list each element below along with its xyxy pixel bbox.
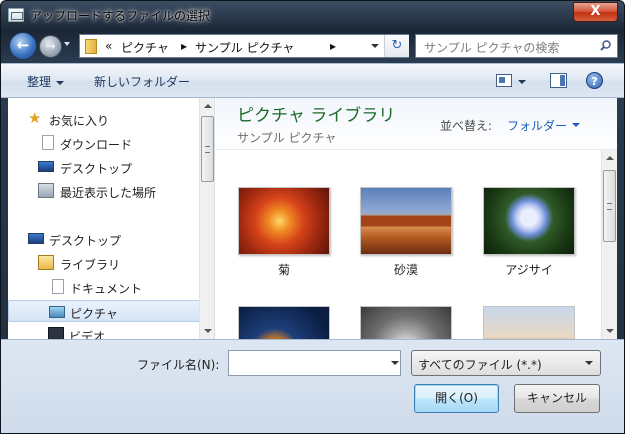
star-icon: ★ [28, 109, 42, 127]
title-bar: アップロードするファイルの選択 X [1, 1, 624, 29]
documents-icon [52, 279, 64, 294]
breadcrumb-separator-icon[interactable]: ▸ [330, 39, 336, 53]
refresh-button[interactable]: ↻ [384, 35, 409, 57]
scroll-up-icon[interactable] [606, 156, 614, 160]
nav-item-label: ピクチャ [70, 307, 118, 321]
navigation-pane-scrollbar[interactable] [199, 98, 214, 339]
thumbnail-image [360, 187, 452, 255]
file-type-select[interactable]: すべてのファイル (*.*) [411, 350, 601, 376]
search-input[interactable]: サンプル ピクチャの検索 [415, 34, 618, 58]
search-placeholder: サンプル ピクチャの検索 [424, 41, 560, 55]
nav-item-label: ドキュメント [70, 282, 143, 296]
file-tile[interactable]: アジサイ [483, 187, 575, 279]
file-dialog-window: アップロードするファイルの選択 X ← → « ピクチャ ▸ サンプル ピクチャ… [0, 0, 625, 434]
breadcrumb-overflow[interactable]: « [105, 39, 112, 53]
library-subtitle: サンプル ピクチャ [237, 131, 337, 145]
thumbnail-image [483, 306, 575, 339]
thumbnail-image [483, 187, 575, 255]
thumbnail-image [360, 306, 452, 339]
file-tile[interactable]: 砂漠 [360, 187, 452, 279]
breadcrumb-sample-pictures[interactable]: サンプル ピクチャ [195, 39, 294, 56]
file-name: 砂漠 [393, 263, 418, 277]
nav-item-libraries[interactable]: ライブラリ [8, 252, 200, 274]
forward-button[interactable]: → [39, 35, 62, 58]
scroll-down-icon[interactable] [204, 329, 212, 333]
open-button[interactable]: 開く(O) [414, 384, 499, 413]
chevron-down-icon [56, 80, 65, 85]
file-type-value: すべてのファイル (*.*) [418, 358, 542, 372]
preview-pane-icon[interactable] [550, 73, 567, 88]
chevron-down-icon[interactable] [572, 123, 580, 127]
scroll-up-icon[interactable] [204, 104, 212, 108]
help-icon[interactable]: ? [586, 72, 603, 89]
filename-label: ファイル名(N): [137, 358, 220, 372]
file-tile[interactable] [483, 306, 575, 339]
nav-item-label: お気に入り [49, 114, 110, 128]
breadcrumb-separator-icon[interactable]: ▸ [181, 39, 187, 53]
navigation-bar: ← → « ピクチャ ▸ サンプル ピクチャ ▸ ↻ サンプル ピクチャの検索 [1, 29, 624, 63]
content-area: ★ お気に入り ダウンロード デスクトップ 最近表示した場所 デスクトップ ライ… [8, 98, 617, 339]
scrollbar-thumb[interactable] [603, 170, 616, 242]
desktop-icon [28, 233, 44, 244]
filename-history-dropdown-icon[interactable] [391, 361, 399, 365]
address-dropdown-icon[interactable] [371, 44, 379, 48]
library-title: ピクチャ ライブラリ [237, 106, 396, 126]
nav-item-videos[interactable]: ビデオ [8, 324, 200, 339]
window-title: アップロードするファイルの選択 [30, 9, 211, 23]
organize-label: 整理 [27, 75, 52, 89]
thumbnail-image [238, 306, 330, 339]
arrange-by-label: 並べ替え: [440, 119, 493, 133]
chevron-down-icon [585, 361, 593, 365]
nav-item-pictures[interactable]: ピクチャ [8, 300, 200, 322]
nav-item-label: ダウンロード [60, 138, 133, 152]
organize-button[interactable]: 整理 [27, 73, 65, 90]
address-bar[interactable]: « ピクチャ ▸ サンプル ピクチャ ▸ ↻ [79, 34, 409, 58]
nav-item-favorites[interactable]: ★ お気に入り [8, 108, 200, 130]
file-tile[interactable]: 菊 [238, 187, 330, 279]
back-button[interactable]: ← [9, 32, 37, 60]
nav-item-downloads[interactable]: ダウンロード [8, 132, 200, 154]
nav-item-label: デスクトップ [60, 162, 133, 176]
file-tile[interactable] [238, 306, 330, 339]
cancel-button[interactable]: キャンセル [514, 384, 600, 413]
videos-icon [48, 327, 64, 339]
file-list-pane: ピクチャ ライブラリ サンプル ピクチャ 並べ替え: フォルダー 菊 砂漠 アジ… [216, 98, 617, 339]
nav-item-label: 最近表示した場所 [60, 186, 157, 200]
nav-item-label: デスクトップ [49, 234, 122, 248]
close-button[interactable]: X [573, 2, 618, 22]
nav-item-label: ビデオ [69, 330, 106, 339]
window-icon [8, 8, 24, 22]
recent-places-icon [38, 183, 54, 198]
search-icon[interactable] [600, 40, 611, 51]
view-options-dropdown-icon[interactable] [518, 80, 526, 84]
nav-item-documents[interactable]: ドキュメント [8, 276, 200, 298]
file-list-scrollbar[interactable] [601, 150, 617, 339]
library-header: ピクチャ ライブラリ サンプル ピクチャ 並べ替え: フォルダー [216, 98, 617, 150]
dialog-footer: ファイル名(N): すべてのファイル (*.*) 開く(O) キャンセル [1, 339, 624, 433]
thumbnail-image [238, 187, 330, 255]
nav-item-desktop[interactable]: デスクトップ [8, 228, 200, 250]
scroll-down-icon[interactable] [606, 329, 614, 333]
nav-item-desktop-fav[interactable]: デスクトップ [8, 156, 200, 178]
breadcrumb-pictures[interactable]: ピクチャ [121, 39, 169, 56]
desktop-icon [38, 161, 54, 172]
change-view-icon[interactable] [496, 74, 512, 87]
nav-item-recent-places[interactable]: 最近表示した場所 [8, 180, 200, 202]
download-folder-icon [42, 135, 54, 150]
file-tile[interactable] [360, 306, 452, 339]
arrange-by-dropdown[interactable]: フォルダー [507, 117, 567, 134]
pictures-icon [49, 306, 65, 318]
folder-icon [85, 39, 97, 54]
file-name: 菊 [277, 263, 290, 277]
filename-input[interactable] [228, 350, 401, 376]
recent-pages-dropdown-icon[interactable] [64, 42, 70, 46]
scrollbar-thumb[interactable] [201, 116, 214, 182]
nav-item-label: ライブラリ [60, 258, 121, 272]
navigation-pane: ★ お気に入り ダウンロード デスクトップ 最近表示した場所 デスクトップ ライ… [8, 98, 215, 339]
file-name: アジサイ [505, 263, 553, 277]
library-icon [38, 255, 54, 270]
command-toolbar: 整理 新しいフォルダー ? [1, 63, 624, 98]
new-folder-button[interactable]: 新しいフォルダー [94, 73, 190, 90]
